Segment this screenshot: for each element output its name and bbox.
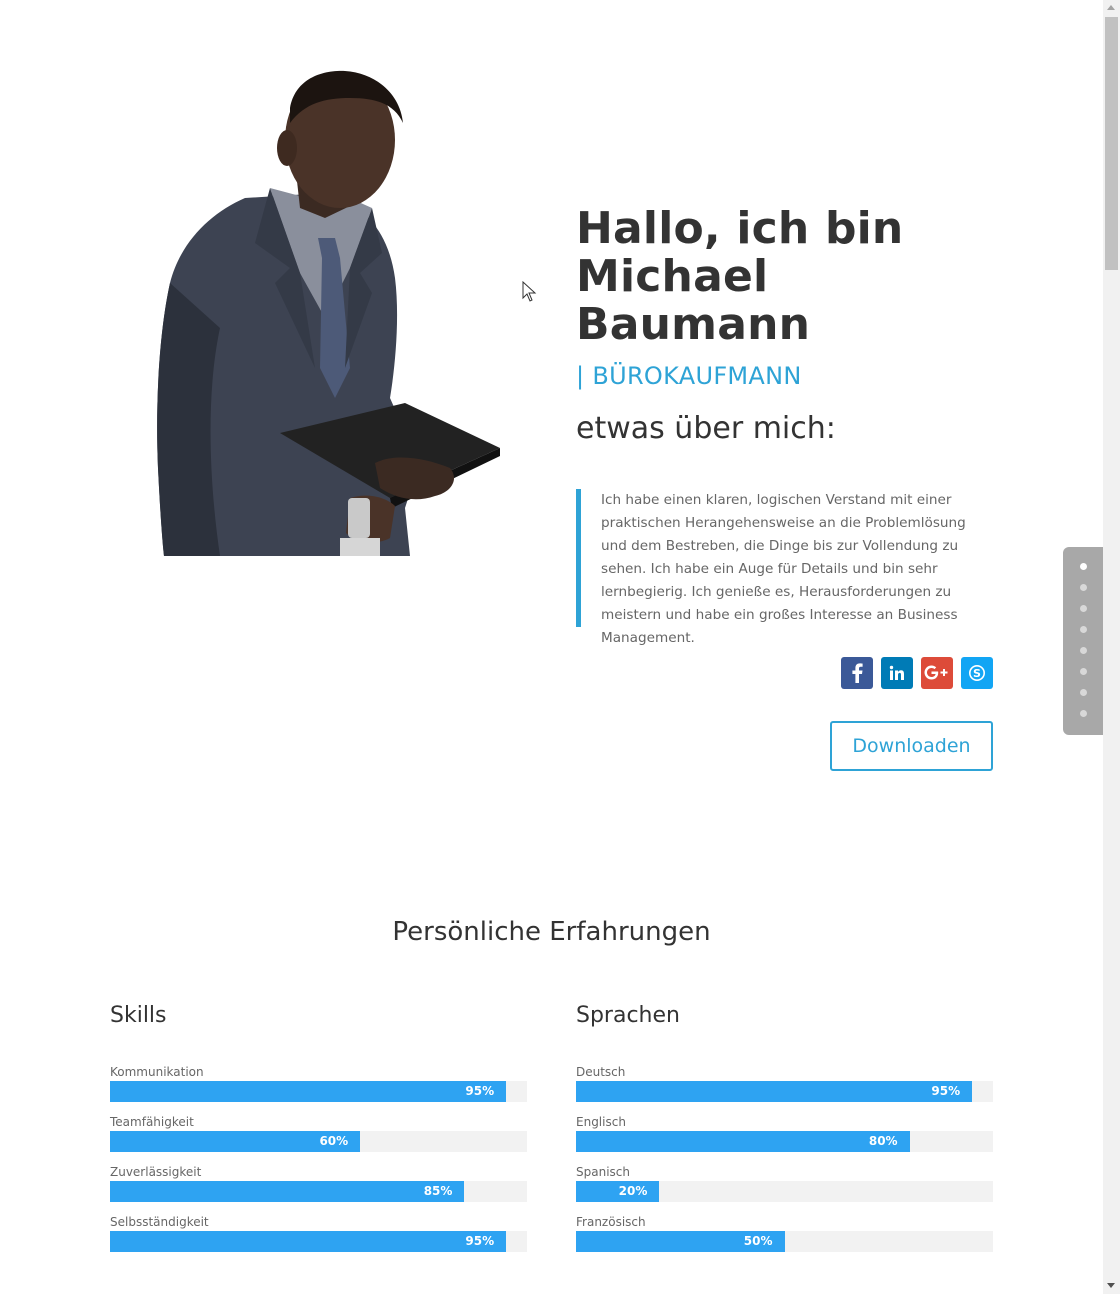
hero-title: Hallo, ich bin Michael Baumann bbox=[576, 203, 904, 350]
section-dot-5[interactable] bbox=[1080, 647, 1087, 654]
skill-bar-fill: 85% bbox=[110, 1181, 465, 1202]
skill-bar-fill: 60% bbox=[110, 1131, 361, 1152]
download-button[interactable]: Downloaden bbox=[830, 721, 993, 771]
hero-subtitle: | BÜROKAUFMANN bbox=[576, 362, 802, 390]
skill-label: Kommunikation bbox=[110, 1065, 204, 1079]
skill-bar-item: Zuverlässigkeit 85% bbox=[110, 1162, 527, 1212]
language-percent: 95% bbox=[931, 1084, 961, 1098]
language-bar-item: Deutsch 95% bbox=[576, 1062, 993, 1112]
skill-bar-item: Teamfähigkeit 60% bbox=[110, 1112, 527, 1162]
hero-text: Hallo, ich bin Michael Baumann | BÜROKAU… bbox=[576, 205, 996, 447]
language-label: Englisch bbox=[576, 1115, 626, 1129]
language-bar-track: 20% bbox=[576, 1181, 993, 1202]
scroll-up-arrow-icon[interactable] bbox=[1107, 5, 1115, 10]
scroll-down-arrow-icon[interactable] bbox=[1107, 1283, 1115, 1288]
skills-bar-list: Kommunikation 95% Teamfähigkeit 60% Zuve… bbox=[110, 1062, 527, 1262]
skill-percent: 95% bbox=[465, 1234, 495, 1248]
language-label: Spanisch bbox=[576, 1165, 630, 1179]
skype-button[interactable]: S bbox=[961, 657, 993, 689]
linkedin-icon bbox=[889, 665, 904, 680]
skill-label: Selbsständigkeit bbox=[110, 1215, 209, 1229]
skills-column: Skills Kommunikation 95% Teamfähigkeit 6… bbox=[110, 1000, 527, 1262]
section-dot-7[interactable] bbox=[1080, 689, 1087, 696]
skype-icon: S bbox=[969, 665, 985, 681]
skill-bar-track: 60% bbox=[110, 1131, 527, 1152]
section-dot-4[interactable] bbox=[1080, 626, 1087, 633]
about-heading: etwas über mich: bbox=[576, 411, 836, 446]
language-bar-item: Englisch 80% bbox=[576, 1112, 993, 1162]
language-bar-fill: 20% bbox=[576, 1181, 660, 1202]
language-bar-fill: 80% bbox=[576, 1131, 910, 1152]
language-bar-track: 95% bbox=[576, 1081, 993, 1102]
section-title: Persönliche Erfahrungen bbox=[392, 917, 711, 947]
skill-percent: 85% bbox=[423, 1184, 453, 1198]
skill-bar-item: Selbsständigkeit 95% bbox=[110, 1212, 527, 1262]
about-quote: Ich habe einen klaren, logischen Verstan… bbox=[576, 489, 993, 646]
skill-percent: 60% bbox=[319, 1134, 349, 1148]
language-bar-item: Spanisch 20% bbox=[576, 1162, 993, 1212]
skill-label: Teamfähigkeit bbox=[110, 1115, 194, 1129]
section-dot-8[interactable] bbox=[1080, 710, 1087, 717]
language-label: Deutsch bbox=[576, 1065, 626, 1079]
vertical-scrollbar[interactable] bbox=[1103, 0, 1120, 1294]
facebook-button[interactable] bbox=[841, 657, 873, 689]
language-bar-item: Französisch 50% bbox=[576, 1212, 993, 1262]
language-percent: 50% bbox=[743, 1234, 773, 1248]
skill-bar-track: 95% bbox=[110, 1081, 527, 1102]
mouse-cursor-icon bbox=[522, 280, 538, 303]
social-links: S bbox=[841, 657, 993, 689]
section-dot-3[interactable] bbox=[1080, 605, 1087, 612]
section-dot-1[interactable] bbox=[1080, 563, 1087, 570]
languages-column: Sprachen Deutsch 95% Englisch 80% Spanis… bbox=[576, 1000, 993, 1262]
language-percent: 20% bbox=[618, 1184, 648, 1198]
google-plus-button[interactable] bbox=[921, 657, 953, 689]
skills-heading: Skills bbox=[110, 1003, 167, 1028]
section-dot-2[interactable] bbox=[1080, 584, 1087, 591]
skill-bar-fill: 95% bbox=[110, 1081, 507, 1102]
skill-bar-fill: 95% bbox=[110, 1231, 507, 1252]
skill-label: Zuverlässigkeit bbox=[110, 1165, 202, 1179]
languages-bar-list: Deutsch 95% Englisch 80% Spanisch 20% Fr… bbox=[576, 1062, 993, 1262]
section-dot-navigation bbox=[1063, 547, 1103, 735]
google-plus-icon bbox=[924, 665, 948, 680]
scrollbar-thumb[interactable] bbox=[1105, 17, 1118, 270]
linkedin-button[interactable] bbox=[881, 657, 913, 689]
skill-bar-track: 95% bbox=[110, 1231, 527, 1252]
languages-heading: Sprachen bbox=[576, 1003, 680, 1028]
portrait-image bbox=[150, 68, 510, 556]
language-bar-track: 80% bbox=[576, 1131, 993, 1152]
language-percent: 80% bbox=[868, 1134, 898, 1148]
facebook-icon bbox=[852, 663, 863, 683]
svg-text:S: S bbox=[973, 667, 981, 680]
language-bar-fill: 95% bbox=[576, 1081, 973, 1102]
language-label: Französisch bbox=[576, 1215, 646, 1229]
section-dot-6[interactable] bbox=[1080, 668, 1087, 675]
language-bar-fill: 50% bbox=[576, 1231, 785, 1252]
page: Hallo, ich bin Michael Baumann | BÜROKAU… bbox=[0, 0, 1120, 1294]
skill-bar-item: Kommunikation 95% bbox=[110, 1062, 527, 1112]
language-bar-track: 50% bbox=[576, 1231, 993, 1252]
skill-bar-track: 85% bbox=[110, 1181, 527, 1202]
skill-percent: 95% bbox=[465, 1084, 495, 1098]
